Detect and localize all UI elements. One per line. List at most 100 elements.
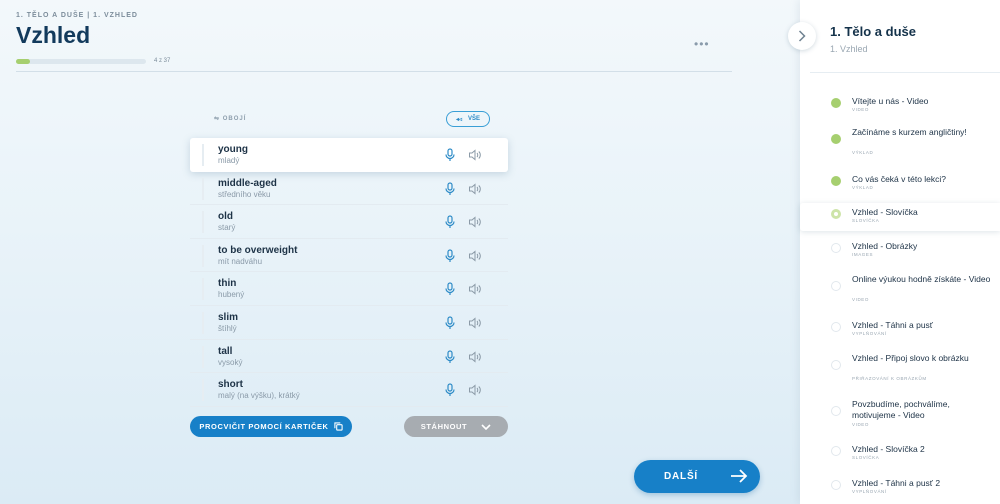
- word-row[interactable]: middle-aged středního věku: [190, 172, 508, 206]
- sidebar-lesson-item[interactable]: Online výukou hodně získáte - Video VIDEO: [800, 270, 1000, 308]
- lesson-progress-bar: [16, 59, 146, 64]
- vocabulary-list-header: ⇋ OBOJÍ ◂◃ VŠE: [190, 110, 508, 128]
- practice-flashcards-button[interactable]: PROCVIČIT POMOCÍ KARTIČEK: [190, 416, 352, 437]
- more-options-icon[interactable]: •••: [694, 38, 710, 50]
- lesson-type: IMAGES: [852, 252, 874, 257]
- row-marker: [202, 177, 204, 200]
- sidebar-divider: [810, 72, 1000, 73]
- microphone-icon[interactable]: [444, 383, 456, 397]
- sidebar-lesson-item[interactable]: Začínáme s kurzem angličtiny! VÝKLAD: [800, 123, 1000, 161]
- sidebar-lesson-item[interactable]: Vítejte u nás - Video VIDEO: [800, 92, 1000, 120]
- breadcrumb[interactable]: 1. TĚLO A DUŠE | 1. VZHLED: [16, 12, 138, 19]
- word-czech: starý: [218, 223, 236, 233]
- page-title: Vzhled: [16, 22, 91, 48]
- word-czech: vysoký: [218, 357, 243, 367]
- sidebar-lesson-item[interactable]: Vzhled - Obrázky IMAGES: [800, 237, 1000, 265]
- practice-label: PROCVIČIT POMOCÍ KARTIČEK: [199, 422, 329, 431]
- collapse-sidebar-button[interactable]: [788, 22, 816, 50]
- word-english: short: [218, 379, 243, 391]
- lesson-name: Vzhled - Táhni a pusť: [852, 320, 933, 330]
- lesson-main-area: 1. TĚLO A DUŠE | 1. VZHLED Vzhled 4 z 37…: [0, 0, 800, 504]
- word-english: old: [218, 211, 233, 223]
- microphone-icon[interactable]: [444, 316, 456, 330]
- word-english: middle-aged: [218, 177, 277, 189]
- word-row[interactable]: tall vysoký: [190, 340, 508, 374]
- word-czech: mít nadváhu: [218, 256, 263, 266]
- lesson-name: Vzhled - Obrázky: [852, 241, 918, 251]
- speaker-icon[interactable]: [468, 215, 482, 229]
- next-button[interactable]: DALŠÍ: [634, 460, 760, 493]
- sidebar-lesson-item[interactable]: Vzhled - Táhni a pusť 2 VYPLŇOVÁNÍ: [800, 474, 1000, 502]
- row-marker: [202, 211, 204, 234]
- status-dot: [831, 322, 841, 332]
- download-button[interactable]: STÁHNOUT: [404, 416, 508, 437]
- row-marker: [202, 379, 204, 402]
- status-dot: [831, 209, 841, 219]
- lesson-type: VIDEO: [852, 422, 870, 427]
- lesson-type: PŘIŘAZOVÁNÍ K OBRÁZKŮM: [852, 376, 927, 381]
- microphone-icon[interactable]: [444, 215, 456, 229]
- lesson-sidebar: 1. Tělo a duše 1. Vzhled Vítejte u nás -…: [800, 0, 1000, 504]
- sidebar-lesson-item[interactable]: Co vás čeká v této lekci? VÝKLAD: [800, 170, 1000, 198]
- sidebar-subtitle: 1. Vzhled: [830, 44, 868, 54]
- lesson-name: Online výukou hodně získáte - Video: [852, 274, 991, 284]
- microphone-icon[interactable]: [444, 181, 456, 196]
- both-languages-toggle[interactable]: ⇋ OBOJÍ: [214, 115, 246, 122]
- lesson-type: VIDEO: [852, 297, 870, 302]
- microphone-icon[interactable]: [444, 249, 456, 263]
- microphone-icon[interactable]: [444, 282, 456, 296]
- status-dot: [831, 406, 841, 416]
- speaker-icon[interactable]: [468, 316, 482, 330]
- play-all-icon: ◂◃: [455, 116, 463, 123]
- lesson-progress-fill: [16, 59, 31, 64]
- word-row[interactable]: thin hubený: [190, 272, 508, 306]
- word-row[interactable]: old starý: [190, 205, 508, 239]
- download-label: STÁHNOUT: [420, 422, 468, 431]
- word-row[interactable]: slim štíhlý: [190, 306, 508, 340]
- both-label: OBOJÍ: [222, 116, 247, 122]
- sidebar-lesson-item[interactable]: Povzbudíme, pochválíme, motivujeme - Vid…: [800, 395, 1000, 433]
- sidebar-lesson-item[interactable]: Vzhled - Táhni a pusť VYPLŇOVÁNÍ: [800, 316, 1000, 344]
- microphone-icon[interactable]: [444, 349, 456, 364]
- progress-counter: 4 z 37: [154, 58, 171, 64]
- lesson-name: Vzhled - Připoj slovo k obrázku: [852, 353, 969, 363]
- word-row[interactable]: short malý (na výšku), krátký: [190, 373, 508, 407]
- word-czech: malý (na výšku), krátký: [218, 391, 300, 401]
- lesson-name: Co vás čeká v této lekci?: [852, 174, 947, 184]
- word-english: to be overweight: [218, 244, 298, 256]
- lesson-name: Povzbudíme, pochválíme, motivujeme - Vid…: [852, 399, 950, 420]
- speaker-icon[interactable]: [468, 148, 482, 162]
- speaker-icon[interactable]: [468, 249, 482, 263]
- play-all-button[interactable]: ◂◃ VŠE: [446, 111, 490, 127]
- status-dot: [831, 281, 841, 291]
- header-divider: [16, 71, 732, 72]
- lesson-type: VIDEO: [852, 107, 870, 112]
- word-row[interactable]: young mladý: [190, 138, 508, 172]
- sidebar-lesson-item[interactable]: Vzhled - Slovíčka 2 SLOVÍČKA: [800, 440, 1000, 468]
- microphone-icon[interactable]: [444, 148, 456, 162]
- row-marker: [202, 311, 204, 334]
- lesson-name: Vzhled - Slovíčka: [852, 207, 918, 217]
- status-dot: [831, 98, 841, 108]
- next-label: DALŠÍ: [664, 471, 698, 482]
- sidebar-lesson-item[interactable]: Vzhled - Připoj slovo k obrázku PŘIŘAZOVÁ…: [800, 349, 1000, 387]
- lesson-type: VÝKLAD: [852, 185, 874, 190]
- word-row[interactable]: to be overweight mít nadváhu: [190, 239, 508, 273]
- chevron-right-icon: [798, 30, 806, 42]
- speaker-icon[interactable]: [468, 383, 482, 397]
- row-marker: [202, 244, 204, 267]
- word-english: thin: [218, 278, 237, 290]
- speaker-icon[interactable]: [468, 350, 482, 364]
- lesson-type: VÝKLAD: [852, 150, 874, 155]
- play-all-label: VŠE: [467, 116, 480, 122]
- status-dot: [831, 134, 841, 144]
- sidebar-lesson-item[interactable]: Vzhled - Slovíčka SLOVÍČKA: [800, 203, 1000, 231]
- status-dot: [831, 176, 841, 186]
- status-dot: [831, 446, 841, 456]
- chevron-down-icon: [481, 423, 491, 430]
- swap-icon: ⇋: [214, 116, 223, 122]
- word-czech: mladý: [218, 156, 240, 165]
- word-czech: štíhlý: [218, 323, 237, 333]
- speaker-icon[interactable]: [468, 282, 482, 296]
- speaker-icon[interactable]: [468, 182, 482, 196]
